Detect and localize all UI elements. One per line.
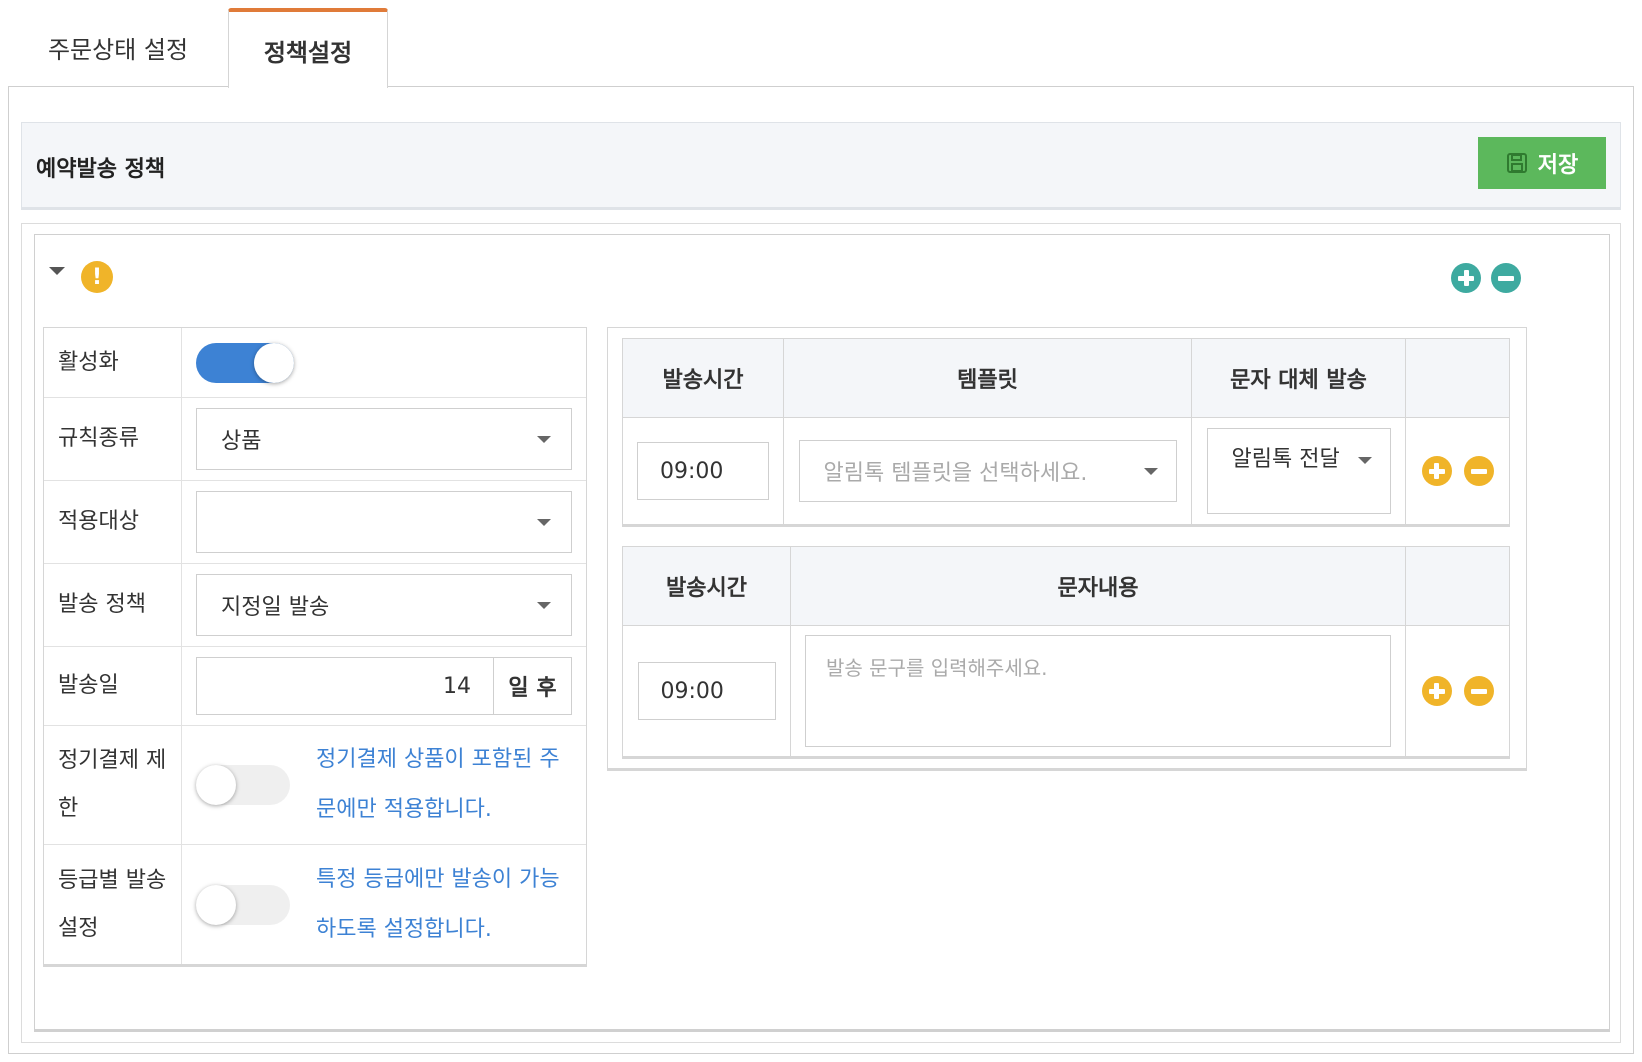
sms-time-input[interactable] bbox=[637, 662, 776, 720]
minus-icon bbox=[1498, 275, 1514, 281]
subscription-toggle[interactable] bbox=[196, 765, 290, 805]
save-label: 저장 bbox=[1537, 152, 1579, 177]
grade-toggle[interactable] bbox=[196, 884, 290, 925]
grade-label: 등급별 발송 설정 bbox=[44, 845, 182, 964]
add-alimtalk-row-button[interactable] bbox=[1421, 456, 1452, 486]
alimtalk-row: 알림톡 템플릿을 선택하세요. 알림톡 전달 bbox=[623, 418, 1509, 524]
warning-icon: ! bbox=[81, 261, 113, 293]
send-policy-label: 발송 정책 bbox=[44, 564, 182, 646]
settings-row-send-day: 발송일 일 후 bbox=[44, 647, 586, 726]
settings-row-target: 적용대상 bbox=[44, 481, 586, 564]
template-placeholder: 알림톡 템플릿을 선택하세요. bbox=[823, 461, 1088, 486]
send-policy-value: 지정일 발송 bbox=[221, 595, 330, 620]
tab-bar: 주문상태 설정 정책설정 bbox=[8, 8, 1634, 88]
rule-card: ! 활성화 규칙종류 상품 적용대상 발송 정책 지정일 발송 발송일 14 일… bbox=[34, 234, 1610, 1032]
settings-row-subscription: 정기결제 제한 정기결제 상품이 포함된 주문에만 적용합니다. bbox=[44, 726, 586, 845]
send-day-label: 발송일 bbox=[44, 647, 182, 725]
dropdown-arrow-icon bbox=[537, 519, 551, 526]
sms-row bbox=[623, 626, 1509, 756]
dropdown-arrow-icon bbox=[1357, 457, 1372, 464]
sms-table-header: 발송시간 문자내용 bbox=[623, 547, 1509, 626]
dropdown-arrow-icon bbox=[1143, 468, 1158, 475]
alimtalk-table-header: 발송시간 템플릿 문자 대체 발송 bbox=[623, 339, 1509, 418]
alimtalk-time-input[interactable] bbox=[637, 442, 769, 500]
policy-title: 예약발송 정책 bbox=[36, 157, 166, 182]
policy-header: 예약발송 정책 저장 bbox=[21, 122, 1621, 210]
column-header: 발송시간 bbox=[623, 339, 784, 417]
remove-rule-button[interactable] bbox=[1491, 263, 1521, 293]
alt-send-value: 알림톡 전달 bbox=[1231, 447, 1340, 472]
rule-list: ! 활성화 규칙종류 상품 적용대상 발송 정책 지정일 발송 발송일 14 일… bbox=[21, 223, 1621, 1043]
grade-description: 특정 등급에만 발송이 가능하도록 설정합니다. bbox=[316, 866, 560, 942]
column-header bbox=[1406, 547, 1509, 625]
alt-send-select[interactable]: 알림톡 전달 bbox=[1206, 428, 1391, 514]
add-sms-row-button[interactable] bbox=[1421, 676, 1452, 706]
active-toggle[interactable] bbox=[196, 342, 294, 383]
send-policy-select[interactable]: 지정일 발송 bbox=[196, 574, 572, 636]
column-header: 발송시간 bbox=[623, 547, 791, 625]
column-header: 템플릿 bbox=[784, 339, 1192, 417]
rule-type-value: 상품 bbox=[221, 429, 262, 454]
target-label: 적용대상 bbox=[44, 481, 182, 563]
tab-order-status[interactable]: 주문상태 설정 bbox=[8, 8, 228, 86]
dropdown-arrow-icon bbox=[537, 602, 551, 609]
save-button[interactable]: 저장 bbox=[1478, 137, 1606, 189]
sms-table: 발송시간 문자내용 bbox=[622, 546, 1510, 759]
minus-icon bbox=[1470, 688, 1487, 694]
tab-content-panel: 예약발송 정책 저장 ! 활성화 규칙종류 상품 적용대상 발송 정책 지정일 … bbox=[8, 86, 1634, 1054]
settings-row-grade: 등급별 발송 설정 특정 등급에만 발송이 가능하도록 설정합니다. bbox=[44, 845, 586, 964]
subscription-label: 정기결제 제한 bbox=[44, 726, 182, 844]
target-select[interactable] bbox=[196, 491, 572, 553]
send-day-suffix: 일 후 bbox=[493, 658, 571, 714]
subscription-description: 정기결제 상품이 포함된 주문에만 적용합니다. bbox=[316, 747, 560, 822]
rule-type-label: 규칙종류 bbox=[44, 398, 182, 480]
column-header: 문자 대체 발송 bbox=[1192, 339, 1406, 417]
remove-alimtalk-row-button[interactable] bbox=[1463, 456, 1494, 486]
tab-policy-settings[interactable]: 정책설정 bbox=[228, 8, 388, 88]
send-day-input[interactable] bbox=[197, 658, 493, 714]
settings-row-send-policy: 발송 정책 지정일 발송 bbox=[44, 564, 586, 647]
template-select[interactable]: 알림톡 템플릿을 선택하세요. bbox=[798, 440, 1177, 502]
add-rule-button[interactable] bbox=[1451, 263, 1481, 293]
send-day-group: 일 후 bbox=[196, 657, 572, 715]
collapse-caret-icon[interactable] bbox=[49, 267, 65, 275]
rule-type-select[interactable]: 상품 bbox=[196, 408, 572, 470]
save-icon bbox=[1506, 153, 1527, 173]
message-settings-panel: 발송시간 템플릿 문자 대체 발송 알림톡 템플릿을 선택하세요. bbox=[607, 327, 1527, 771]
remove-sms-row-button[interactable] bbox=[1463, 676, 1494, 706]
active-label: 활성화 bbox=[44, 328, 182, 397]
minus-icon bbox=[1470, 468, 1487, 474]
alimtalk-table: 발송시간 템플릿 문자 대체 발송 알림톡 템플릿을 선택하세요. bbox=[622, 338, 1510, 527]
column-header bbox=[1406, 339, 1509, 417]
sms-message-textarea[interactable] bbox=[805, 635, 1391, 747]
dropdown-arrow-icon bbox=[537, 436, 551, 443]
settings-row-active: 활성화 bbox=[44, 328, 586, 398]
column-header: 문자내용 bbox=[791, 547, 1406, 625]
settings-row-rule-type: 규칙종류 상품 bbox=[44, 398, 586, 481]
rule-settings-table: 활성화 규칙종류 상품 적용대상 발송 정책 지정일 발송 발송일 14 일 후… bbox=[43, 327, 587, 967]
